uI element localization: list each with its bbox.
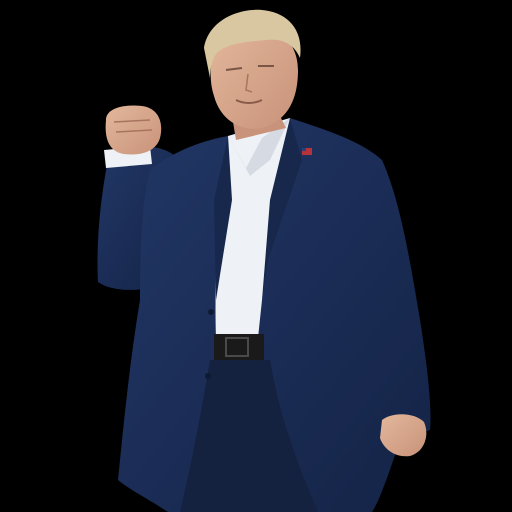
jacket-button [205, 373, 211, 379]
person-cutout [97, 9, 431, 512]
raised-fist [105, 105, 162, 155]
jacket-button [208, 309, 214, 315]
photo-canvas [0, 0, 512, 512]
